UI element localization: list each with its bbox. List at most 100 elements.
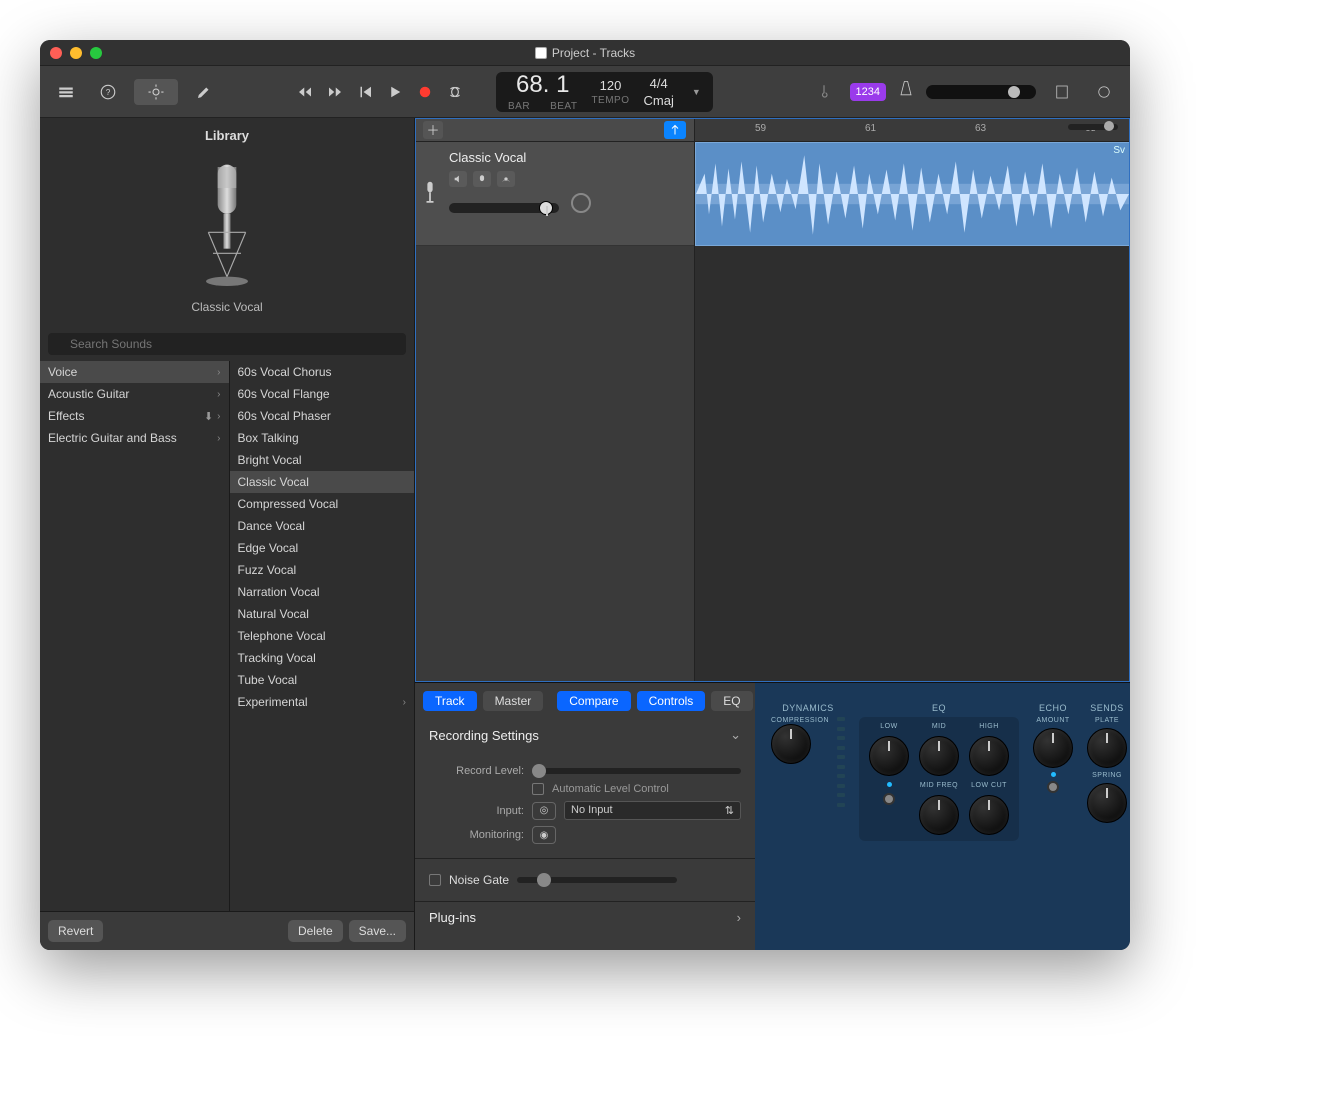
lcd-timesig[interactable]: 4/4 xyxy=(650,76,668,91)
catch-playhead-button[interactable] xyxy=(664,121,686,139)
track-header[interactable]: Classic Vocal xyxy=(415,142,694,246)
tuner-button[interactable] xyxy=(808,79,840,105)
region-name: Sv xyxy=(1113,145,1125,156)
cycle-button[interactable] xyxy=(440,79,470,105)
horizontal-zoom-slider[interactable] xyxy=(1068,124,1118,130)
lcd-display[interactable]: 68. 1 BAR BEAT 120 TEMPO 4/4 Cmaj ▼ xyxy=(496,72,713,112)
delete-button[interactable]: Delete xyxy=(288,920,343,942)
tab-track[interactable]: Track xyxy=(423,691,477,711)
tab-master[interactable]: Master xyxy=(483,691,544,711)
svg-text:?: ? xyxy=(106,88,111,97)
preset-column: 60s Vocal Chorus60s Vocal Flange60s Voca… xyxy=(230,361,415,911)
minimize-window[interactable] xyxy=(70,47,82,59)
forward-button[interactable] xyxy=(320,79,350,105)
echo-amount-knob[interactable] xyxy=(1033,728,1073,768)
download-icon: ⬇ xyxy=(204,410,213,423)
play-button[interactable] xyxy=(380,79,410,105)
metronome-button[interactable] xyxy=(896,79,916,104)
stepper-icon: ⇅ xyxy=(725,804,734,817)
recording-settings-header[interactable]: Recording Settings ⌄ xyxy=(415,719,755,751)
arrange-area[interactable]: 59 61 63 65 Sv xyxy=(695,118,1130,682)
window-controls xyxy=(50,47,102,59)
noise-gate-checkbox[interactable] xyxy=(429,874,441,886)
eq-midfreq-knob[interactable] xyxy=(919,795,959,835)
preset-item[interactable]: Tracking Vocal xyxy=(230,647,415,669)
track-volume-slider[interactable] xyxy=(449,203,559,213)
send-plate-knob[interactable] xyxy=(1087,728,1127,768)
lcd-position: 68. 1 xyxy=(516,71,569,99)
compression-knob[interactable] xyxy=(771,724,811,764)
go-to-start-button[interactable] xyxy=(350,79,380,105)
audio-region[interactable]: Sv xyxy=(695,142,1130,246)
lcd-tempo[interactable]: 120 xyxy=(600,78,622,93)
tab-compare[interactable]: Compare xyxy=(557,691,630,711)
preset-item[interactable]: Dance Vocal xyxy=(230,515,415,537)
category-item[interactable]: Electric Guitar and Bass› xyxy=(40,427,229,449)
view-mode-button[interactable] xyxy=(134,79,178,105)
record-button[interactable] xyxy=(410,79,440,105)
preset-item[interactable]: 60s Vocal Phaser xyxy=(230,405,415,427)
preset-item[interactable]: Narration Vocal xyxy=(230,581,415,603)
eq-high-knob[interactable] xyxy=(969,736,1009,776)
library-toggle-button[interactable] xyxy=(50,79,82,105)
tab-eq[interactable]: EQ xyxy=(711,691,752,711)
chevron-down-icon[interactable]: ▼ xyxy=(692,87,701,97)
save-button[interactable]: Save... xyxy=(349,920,406,942)
tab-controls[interactable]: Controls xyxy=(637,691,706,711)
preset-item[interactable]: Box Talking xyxy=(230,427,415,449)
transport-controls xyxy=(290,79,470,105)
library-panel: Library Classic Vocal Voi xyxy=(40,118,415,950)
lcd-key[interactable]: Cmaj xyxy=(644,93,674,108)
rewind-button[interactable] xyxy=(290,79,320,105)
chevron-right-icon: › xyxy=(217,433,220,444)
track-pan-knob[interactable] xyxy=(571,193,591,213)
auto-level-checkbox[interactable] xyxy=(532,783,544,795)
category-item[interactable]: Acoustic Guitar› xyxy=(40,383,229,405)
input-monitor-button[interactable] xyxy=(497,171,515,187)
revert-button[interactable]: Revert xyxy=(48,920,103,942)
help-button[interactable]: ? xyxy=(92,79,124,105)
notepad-button[interactable] xyxy=(1046,79,1078,105)
input-select[interactable]: No Input⇅ xyxy=(564,801,741,820)
count-in-button[interactable]: 1234 xyxy=(850,83,886,101)
preset-item[interactable]: Fuzz Vocal xyxy=(230,559,415,581)
search-sounds-field[interactable] xyxy=(48,333,406,355)
eq-low-knob[interactable] xyxy=(869,736,909,776)
category-item[interactable]: Effects⬇› xyxy=(40,405,229,427)
preset-item[interactable]: Telephone Vocal xyxy=(230,625,415,647)
solo-button[interactable] xyxy=(473,171,491,187)
plugins-header[interactable]: Plug-ins › xyxy=(415,902,755,933)
mute-button[interactable] xyxy=(449,171,467,187)
library-title: Library xyxy=(40,118,414,147)
preset-item[interactable]: 60s Vocal Chorus xyxy=(230,361,415,383)
category-column: Voice›Acoustic Guitar›Effects⬇›Electric … xyxy=(40,361,230,911)
monitoring-button[interactable]: ◉ xyxy=(532,826,556,844)
preset-item[interactable]: Edge Vocal xyxy=(230,537,415,559)
led-icon xyxy=(887,782,892,787)
add-track-button[interactable]: ＋ xyxy=(423,121,443,139)
zoom-window[interactable] xyxy=(90,47,102,59)
noise-gate-slider[interactable] xyxy=(517,877,677,883)
track-headers: ＋ Classic Vocal xyxy=(415,118,695,682)
category-item[interactable]: Voice› xyxy=(40,361,229,383)
preset-item[interactable]: Tube Vocal xyxy=(230,669,415,691)
track-name: Classic Vocal xyxy=(449,150,686,165)
preset-item[interactable]: Compressed Vocal xyxy=(230,493,415,515)
document-icon xyxy=(535,47,547,59)
eq-mid-knob[interactable] xyxy=(919,736,959,776)
input-format-button[interactable]: ◎ xyxy=(532,802,556,820)
record-level-slider[interactable] xyxy=(532,768,741,774)
edit-tool-button[interactable] xyxy=(188,79,220,105)
timeline-ruler[interactable]: 59 61 63 65 xyxy=(695,118,1130,142)
preset-item[interactable]: 60s Vocal Flange xyxy=(230,383,415,405)
preset-item[interactable]: Experimental› xyxy=(230,691,415,713)
close-window[interactable] xyxy=(50,47,62,59)
send-spring-knob[interactable] xyxy=(1087,783,1127,823)
preset-item[interactable]: Natural Vocal xyxy=(230,603,415,625)
master-volume-slider[interactable] xyxy=(926,85,1036,99)
preset-item[interactable]: Classic Vocal xyxy=(230,471,415,493)
preset-item[interactable]: Bright Vocal xyxy=(230,449,415,471)
eq-lowcut-knob[interactable] xyxy=(969,795,1009,835)
dynamics-meter xyxy=(837,717,845,807)
loops-button[interactable] xyxy=(1088,79,1120,105)
